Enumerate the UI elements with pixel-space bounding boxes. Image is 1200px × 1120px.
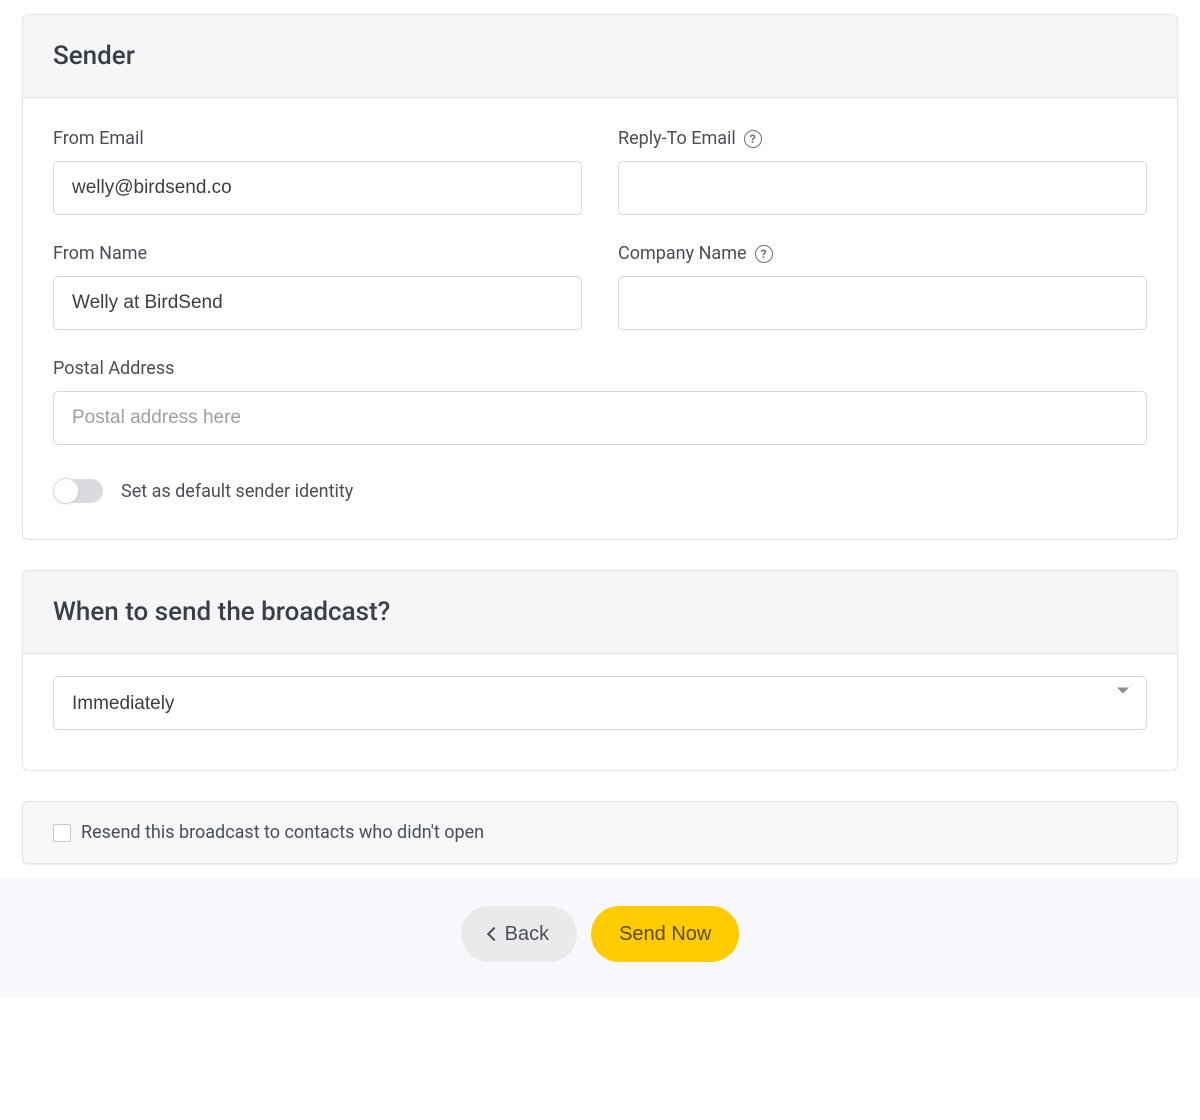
postal-address-input[interactable]: [53, 391, 1147, 445]
default-sender-toggle-label: Set as default sender identity: [121, 481, 353, 502]
send-now-button[interactable]: Send Now: [591, 906, 739, 962]
company-name-label-text: Company Name: [618, 243, 747, 264]
schedule-title: When to send the broadcast?: [53, 597, 1147, 627]
from-name-input[interactable]: [53, 276, 582, 330]
toggle-knob: [53, 478, 79, 504]
company-name-label: Company Name ?: [618, 243, 1147, 264]
sender-panel: Sender From Email Reply-To Email ? From …: [22, 14, 1178, 540]
from-email-label: From Email: [53, 128, 582, 149]
chevron-left-icon: [487, 927, 501, 941]
schedule-panel-body: Immediately: [23, 654, 1177, 770]
from-email-row: From Email: [53, 128, 582, 215]
back-button-label: Back: [505, 923, 549, 946]
reply-to-email-row: Reply-To Email ?: [618, 128, 1147, 215]
schedule-select[interactable]: Immediately: [53, 676, 1147, 730]
sender-panel-body: From Email Reply-To Email ? From Name: [23, 98, 1177, 539]
postal-address-row: Postal Address: [53, 358, 1147, 445]
reply-to-email-label: Reply-To Email ?: [618, 128, 1147, 149]
sender-panel-header: Sender: [23, 15, 1177, 98]
default-sender-toggle[interactable]: [53, 479, 103, 503]
reply-to-email-input[interactable]: [618, 161, 1147, 215]
schedule-panel: When to send the broadcast? Immediately: [22, 570, 1178, 771]
help-icon[interactable]: ?: [744, 130, 762, 148]
sender-title: Sender: [53, 41, 1147, 71]
from-email-input[interactable]: [53, 161, 582, 215]
default-sender-toggle-row: Set as default sender identity: [53, 479, 1147, 503]
resend-label: Resend this broadcast to contacts who di…: [81, 822, 484, 843]
back-button[interactable]: Back: [461, 906, 577, 962]
send-now-button-label: Send Now: [619, 923, 711, 946]
reply-to-email-label-text: Reply-To Email: [618, 128, 736, 149]
postal-address-label: Postal Address: [53, 358, 1147, 379]
from-name-label: From Name: [53, 243, 582, 264]
company-name-row: Company Name ?: [618, 243, 1147, 330]
from-name-row: From Name: [53, 243, 582, 330]
schedule-panel-header: When to send the broadcast?: [23, 571, 1177, 654]
help-icon[interactable]: ?: [755, 245, 773, 263]
footer-actions: Back Send Now: [0, 878, 1200, 998]
resend-panel: Resend this broadcast to contacts who di…: [22, 801, 1178, 864]
company-name-input[interactable]: [618, 276, 1147, 330]
resend-checkbox[interactable]: [53, 824, 71, 842]
schedule-select-wrap: Immediately: [53, 676, 1147, 730]
